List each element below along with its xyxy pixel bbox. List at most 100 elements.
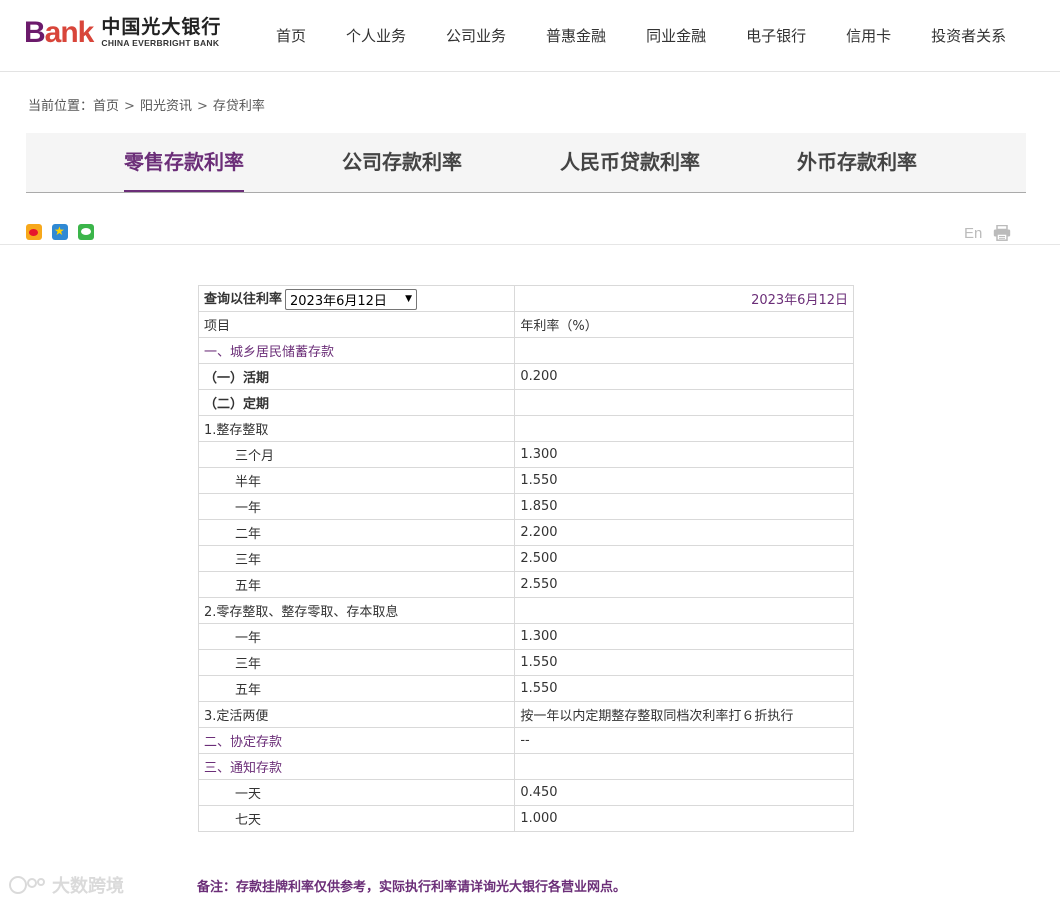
logo-name: 中国光大银行 CHINA EVERBRIGHT BANK [101, 17, 221, 49]
active-tab-indicator [124, 190, 244, 192]
row-rate-cell: 0.450 [514, 779, 854, 806]
row-rate-cell: 1.550 [514, 675, 854, 702]
query-cell: 查询以往利率 2023年6月12日 ▼ [197, 285, 516, 312]
table-row: 三年 2.500 [197, 545, 854, 572]
weibo-icon[interactable] [26, 224, 42, 240]
nav-item-credit-card[interactable]: 信用卡 [846, 25, 891, 46]
row-item-cell: 三、通知存款 [197, 753, 516, 780]
print-icon[interactable] [993, 225, 1011, 241]
table-row: （二）定期 [197, 389, 854, 416]
row-item-cell: 二年 [197, 519, 516, 546]
column-header-item: 项目 [197, 311, 516, 338]
rate-tabs: 零售存款利率 公司存款利率 人民币贷款利率 外币存款利率 [26, 133, 1026, 193]
breadcrumb-separator: > [196, 99, 208, 114]
table-header-row: 项目 年利率（%） [197, 311, 854, 338]
table-row: 三个月 1.300 [197, 441, 854, 468]
breadcrumb-current[interactable]: 存贷利率 [213, 99, 265, 114]
date-select[interactable]: 2023年6月12日 ▼ [285, 288, 418, 310]
row-rate-cell [514, 389, 854, 416]
logo-name-cn: 中国光大银行 [101, 16, 222, 38]
query-label: 查询以往利率 [204, 291, 283, 307]
row-item-cell: 三年 [197, 545, 516, 572]
row-item-cell: 一天 [197, 779, 516, 806]
breadcrumb-label: 当前位置： [28, 99, 94, 114]
breadcrumb-separator: > [124, 99, 135, 114]
table-row: 一天 0.450 [197, 779, 854, 806]
deposit-rate-table: 查询以往利率 2023年6月12日 ▼ 2023年6月12日 项目 年利率（%） 一… [197, 285, 854, 832]
row-item-cell: （二）定期 [197, 389, 516, 416]
table-row: （一）活期 0.200 [197, 363, 854, 390]
table-query-row: 查询以往利率 2023年6月12日 ▼ 2023年6月12日 [197, 285, 854, 312]
row-item-cell: （一）活期 [197, 363, 516, 390]
date-select-value: 2023年6月12日 [290, 293, 387, 309]
nav-item-investor-relations[interactable]: 投资者关系 [931, 25, 1006, 46]
nav-item-ebanking[interactable]: 电子银行 [746, 25, 806, 46]
breadcrumb: 当前位置：首页 > 阳光资讯 > 存贷利率 [28, 95, 265, 114]
english-link[interactable]: En [964, 225, 982, 242]
nav-item-personal[interactable]: 个人业务 [346, 25, 406, 46]
qzone-icon[interactable] [52, 223, 68, 240]
row-item-cell: 七天 [197, 805, 516, 832]
row-item-cell: 一年 [197, 493, 516, 520]
column-header-rate: 年利率（%） [514, 311, 854, 338]
table-row: 2.零存整取、整存零取、存本取息 [197, 597, 854, 624]
table-row: 二年 2.200 [197, 519, 854, 546]
row-rate-cell: 按一年以内定期整存整取同档次利率打６折执行 [514, 701, 854, 728]
nav-item-corporate[interactable]: 公司业务 [446, 25, 506, 46]
table-row: 五年 1.550 [197, 675, 854, 702]
row-item-cell: 二、协定存款 [197, 727, 516, 754]
nav-item-inclusive-finance[interactable]: 普惠金融 [546, 25, 606, 46]
breadcrumb-home[interactable]: 首页 [93, 99, 119, 114]
nav-item-interbank[interactable]: 同业金融 [646, 25, 706, 46]
row-item-cell: 一年 [197, 623, 516, 650]
watermark: 大数跨境 [8, 872, 124, 898]
row-item-cell: 1.整存整取 [197, 415, 516, 442]
table-row: 一、城乡居民储蓄存款 [197, 337, 854, 364]
row-item-cell: 三年 [197, 649, 516, 676]
row-rate-cell: -- [514, 727, 854, 754]
table-row: 一年 1.300 [197, 623, 854, 650]
main-nav: 首页 个人业务 公司业务 普惠金融 同业金融 电子银行 信用卡 投资者关系 [256, 0, 1026, 70]
table-row: 七天 1.000 [197, 805, 854, 832]
row-rate-cell [514, 597, 854, 624]
footnote: 备注：存款挂牌利率仅供参考，实际执行利率请详询光大银行各营业网点。 [197, 880, 627, 895]
row-rate-cell: 1.550 [514, 467, 854, 494]
tab-corporate-deposit-rates[interactable]: 公司存款利率 [342, 133, 462, 192]
chevron-down-icon: ▼ [405, 294, 413, 304]
row-item-cell: 五年 [197, 571, 516, 598]
table-row: 二、协定存款 -- [197, 727, 854, 754]
share-toolbar: En [0, 210, 1060, 245]
table-row: 三、通知存款 [197, 753, 854, 780]
row-rate-cell [514, 337, 854, 364]
tab-retail-deposit-rates[interactable]: 零售存款利率 [124, 133, 244, 192]
row-rate-cell [514, 415, 854, 442]
table-row: 一年 1.850 [197, 493, 854, 520]
row-rate-cell: 1.550 [514, 649, 854, 676]
logo-bank-wordmark: Bank [24, 16, 94, 49]
watermark-logo-icon [9, 876, 45, 894]
row-item-cell: 3.定活两便 [197, 701, 516, 728]
row-rate-cell: 2.550 [514, 571, 854, 598]
table-row: 1.整存整取 [197, 415, 854, 442]
effective-date: 2023年6月12日 [514, 285, 854, 312]
breadcrumb-news[interactable]: 阳光资讯 [140, 99, 192, 114]
row-item-cell: 一、城乡居民储蓄存款 [197, 337, 516, 364]
row-item-cell: 半年 [197, 467, 516, 494]
row-rate-cell [514, 753, 854, 780]
site-header: Bank 中国光大银行 CHINA EVERBRIGHT BANK 首页 个人业… [0, 0, 1060, 72]
row-rate-cell: 0.200 [514, 363, 854, 390]
row-rate-cell: 1.850 [514, 493, 854, 520]
watermark-text: 大数跨境 [52, 876, 124, 897]
row-rate-cell: 1.300 [514, 441, 854, 468]
row-rate-cell: 2.200 [514, 519, 854, 546]
nav-item-home[interactable]: 首页 [276, 25, 306, 46]
tab-foreign-currency-deposit-rates[interactable]: 外币存款利率 [797, 133, 917, 192]
logo-name-en: CHINA EVERBRIGHT BANK [101, 38, 220, 48]
row-item-cell: 2.零存整取、整存零取、存本取息 [197, 597, 516, 624]
row-rate-cell: 1.000 [514, 805, 854, 832]
row-item-cell: 五年 [197, 675, 516, 702]
bank-logo[interactable]: Bank 中国光大银行 CHINA EVERBRIGHT BANK [24, 16, 221, 50]
tab-label: 零售存款利率 [124, 150, 244, 174]
wechat-icon[interactable] [78, 224, 94, 240]
tab-rmb-loan-rates[interactable]: 人民币贷款利率 [560, 133, 700, 192]
